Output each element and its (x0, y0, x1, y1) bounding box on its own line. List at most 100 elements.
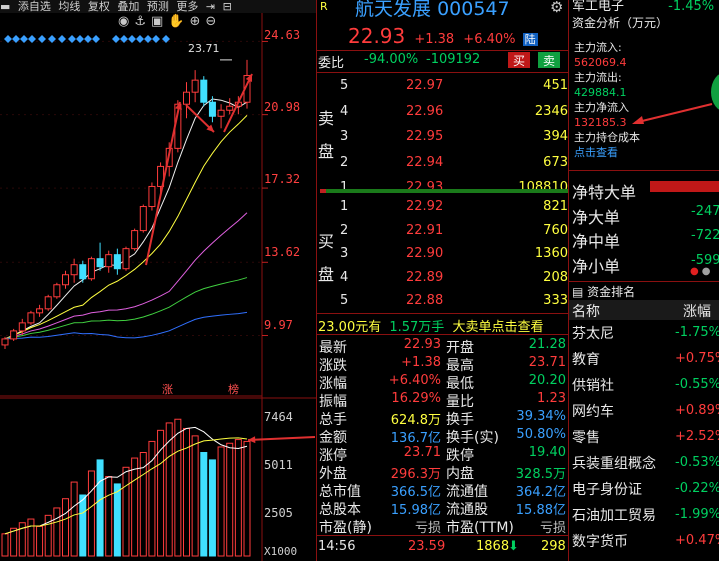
price-pct: +6.40% (463, 32, 516, 47)
bang-tag[interactable]: 榜 (228, 381, 239, 397)
rank-col-name[interactable]: 名称 (572, 301, 600, 321)
candle-body (62, 274, 69, 286)
bid-row[interactable]: 3 22.90 1360 (318, 244, 568, 265)
bid-volume: 1360 (534, 246, 568, 261)
stat-value: 1.23 (537, 391, 566, 406)
stat-row: 开盘 21.28 (445, 337, 568, 356)
bid-level: 2 (340, 222, 349, 238)
bid-volume: 821 (543, 199, 568, 214)
stat-label: 最低 (446, 376, 474, 392)
main-in-label: 主力流入: (574, 41, 622, 54)
ask-row[interactable]: 2 22.94 673 (318, 153, 568, 174)
bid-row[interactable]: 2 22.91 760 (318, 221, 568, 242)
ask-row[interactable]: 4 22.96 2346 (318, 102, 568, 123)
weibi-row: 委比 -94.00% -109192 买 卖 (318, 52, 568, 71)
sector-rank-pct: +2.52% (675, 429, 719, 444)
sector-rank-name: 供销社 (572, 378, 614, 394)
sector-rank-name: 数字货币 (572, 534, 628, 550)
stat-label: 涨停 (319, 448, 347, 464)
net-order-row[interactable]: 净中单 -722 (571, 224, 719, 251)
ask-price: 22.97 (406, 78, 444, 93)
click-view-link[interactable]: 点击查看 (574, 145, 640, 160)
sector-rank-row[interactable]: 石油加工贸易 -1.99% (571, 501, 719, 527)
bid-level: 1 (340, 199, 349, 214)
stat-row: 流通值 364.2亿 (445, 481, 568, 500)
candle-body (105, 254, 113, 268)
volume-bar (105, 476, 113, 557)
info-diamond-icon (128, 35, 136, 43)
info-diamond-icon (136, 35, 144, 43)
sector-rank-row[interactable]: 电子身份证 -0.22% (571, 475, 719, 501)
weicha-value: -109192 (426, 52, 481, 67)
stat-value: +6.40% (388, 373, 441, 388)
volume-bar (234, 439, 242, 557)
volume-tick: 7464 (264, 410, 293, 424)
bid-price: 22.90 (406, 246, 444, 261)
buy-button[interactable]: 买 (508, 52, 530, 68)
sector-rank-name: 教育 (572, 352, 600, 368)
info-diamond-icon (20, 35, 28, 43)
bid-row[interactable]: 4 22.89 208 (318, 268, 568, 289)
rank-col-pct[interactable]: 涨幅 (683, 301, 711, 321)
tick-vol: 1868 (476, 539, 510, 554)
tick-num: 298 (541, 539, 566, 554)
list-icon: ▤ (572, 285, 584, 299)
candle-body (36, 308, 44, 314)
sector-rank-row[interactable]: 教育 +0.75% (571, 345, 719, 371)
stat-value: 22.93 (403, 337, 441, 352)
net-order-row[interactable]: 净大单 -247 (571, 200, 719, 227)
sector-rank-row[interactable]: 零售 +2.52% (571, 423, 719, 449)
stat-value: 364.2亿 (515, 485, 566, 500)
price-tick: 17.32 (264, 172, 301, 186)
info-diamond-icon (76, 35, 84, 43)
sector-rank-row[interactable]: 数字货币 +0.47% (571, 527, 719, 553)
stat-row: 涨幅 +6.40% (318, 373, 443, 392)
stat-row: 换手(实) 50.80% (445, 427, 568, 446)
volume-bar (200, 452, 208, 557)
stat-value: 15.98亿 (390, 503, 441, 518)
candle-body (1, 338, 9, 346)
ask-row[interactable]: 3 22.95 394 (318, 127, 568, 148)
ask-row[interactable]: 5 22.97 451 (318, 76, 568, 97)
sector-rank-row[interactable]: 芬太尼 -1.75% (571, 319, 719, 345)
info-diamond-icon (38, 35, 46, 43)
stat-value: 50.80% (516, 427, 566, 442)
volume-bar (131, 457, 139, 557)
sector-rank-pct: +0.75% (675, 351, 719, 366)
sell-button[interactable]: 卖 (538, 52, 560, 68)
main-in-value: 562069.4 (574, 56, 627, 69)
sector-rank-name: 零售 (572, 430, 600, 446)
net-order-value: -247 (691, 203, 719, 219)
moving-average-line (4, 311, 248, 340)
bid-row[interactable]: 5 22.88 333 (318, 291, 568, 312)
volume-bar (174, 418, 182, 557)
main-out-value: 429884.1 (574, 86, 627, 99)
zhang-tag[interactable]: 涨 (162, 381, 173, 397)
volume-bar (10, 527, 18, 557)
stat-value: 15.88亿 (515, 503, 566, 518)
pager-dots[interactable]: ●● (690, 266, 713, 277)
stat-value: 16.29% (391, 391, 441, 406)
sector-rank-pct: -1.75% (675, 325, 719, 340)
stat-row: 总股本 15.98亿 (318, 499, 443, 518)
sector-header[interactable]: 军工电子 -1.45% (572, 0, 714, 14)
big-order-link[interactable]: 大卖单点击查看 (452, 320, 543, 335)
info-diamond-icon (28, 35, 36, 43)
price-axis: 24.63 20.98 17.32 13.62 9.97 (262, 0, 316, 400)
bid-price: 22.89 (406, 269, 444, 285)
sector-rank-row[interactable]: 网约车 +0.89% (571, 397, 719, 423)
sector-rank-row[interactable]: 供销社 -0.55% (571, 371, 719, 397)
volume-bar (122, 466, 130, 557)
sector-rank-row[interactable]: 兵装重组概念 -0.53% (571, 449, 719, 475)
big-order-row[interactable]: 23.00元有 1.57万手 大卖单点击查看 (318, 316, 543, 335)
annotation-arrow (632, 103, 713, 124)
stat-label: 市盈(静) (319, 520, 372, 536)
info-diamond-icon (152, 35, 160, 43)
stock-code: 000547 (437, 0, 510, 20)
candle-body (96, 258, 104, 268)
gear-icon[interactable]: ⚙ (550, 0, 563, 16)
candle-body (27, 312, 35, 324)
stat-row: 最新 22.93 (318, 337, 443, 356)
bid-row[interactable]: 1 22.92 821 (318, 197, 568, 218)
bid-volume: 333 (543, 293, 568, 308)
